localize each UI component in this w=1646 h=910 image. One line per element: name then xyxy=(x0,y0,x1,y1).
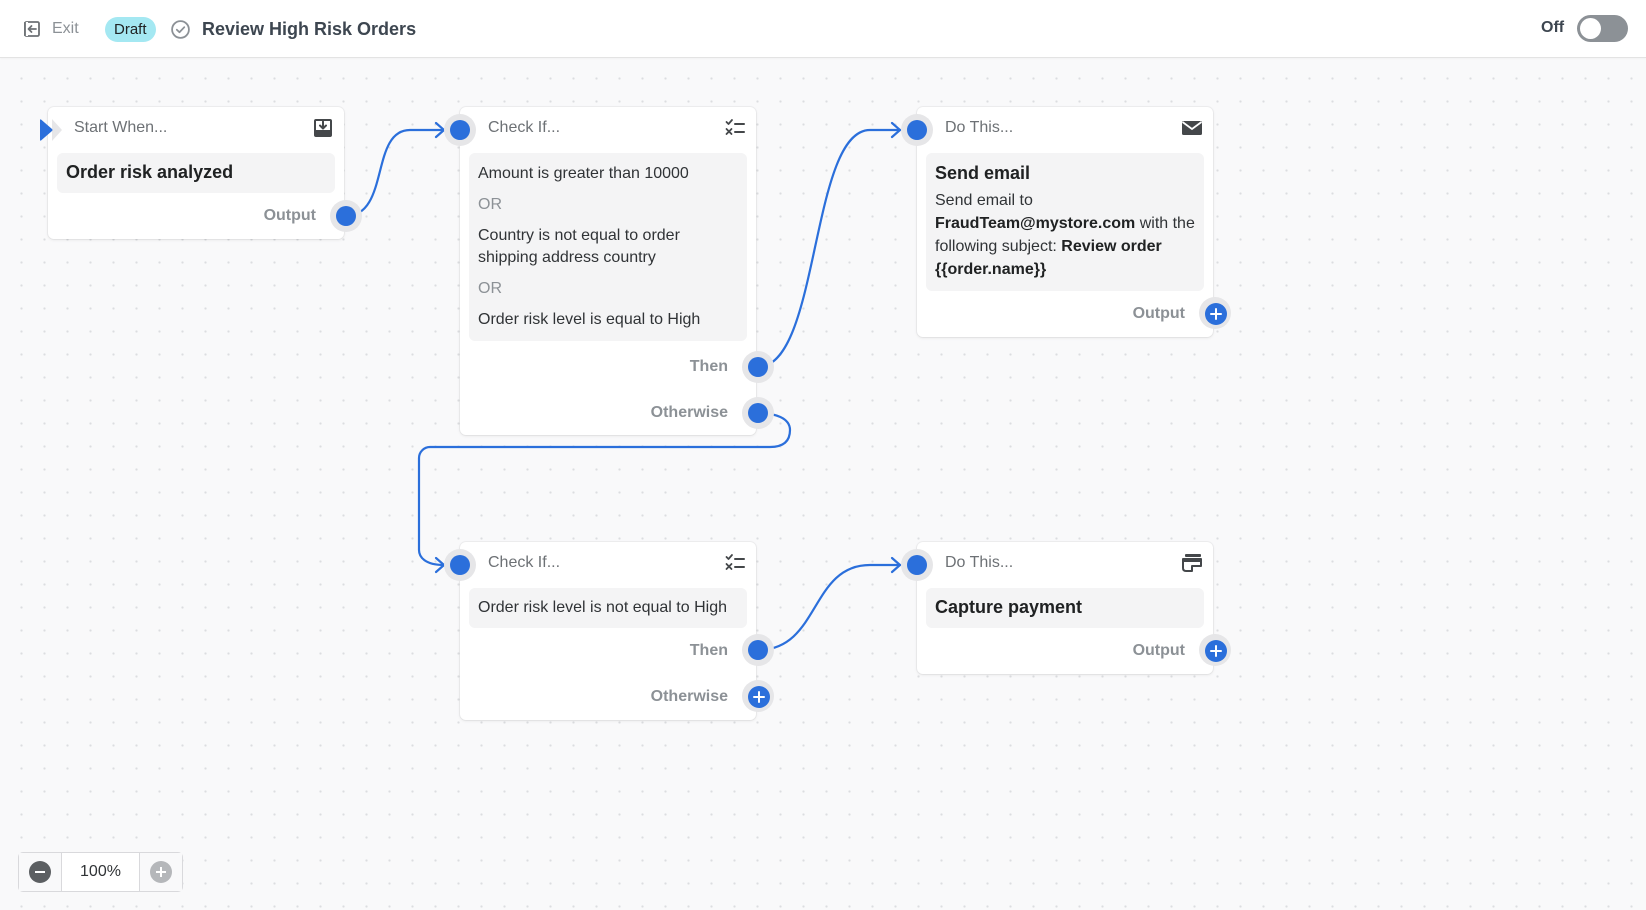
check2-then-port[interactable] xyxy=(742,634,774,666)
toggle-knob xyxy=(1580,18,1601,39)
toggle-label: Off xyxy=(1541,19,1565,36)
action-details: Capture payment xyxy=(926,588,1204,628)
node-type-label: Start When... xyxy=(74,119,168,136)
action-description: Send email to FraudTeam@mystore.com with… xyxy=(935,189,1195,281)
condition-item: Order risk level is equal to High xyxy=(478,311,701,328)
output-label: Output xyxy=(263,207,316,224)
zoom-in-button[interactable] xyxy=(139,853,182,891)
action-details: Send email Send email to FraudTeam@mysto… xyxy=(926,153,1204,291)
plus-icon xyxy=(748,686,770,708)
condition-operator: OR xyxy=(478,196,502,213)
exit-button[interactable]: Exit xyxy=(22,17,79,41)
check-if-node-1[interactable]: Check If... Amount is greater than 10000… xyxy=(460,107,756,435)
capture-input-port[interactable] xyxy=(901,549,933,581)
then-label: Then xyxy=(689,642,728,659)
send-email-input-port[interactable] xyxy=(901,114,933,146)
check2-input-port[interactable] xyxy=(444,549,476,581)
zoom-control: 100% xyxy=(18,852,183,892)
check1-input-port[interactable] xyxy=(444,114,476,146)
node-type-label: Check If... xyxy=(488,554,561,571)
minus-icon xyxy=(29,861,51,883)
conditions-list: Order risk level is not equal to High xyxy=(469,588,747,628)
otherwise-label: Otherwise xyxy=(650,688,728,705)
checklist-icon xyxy=(725,554,745,570)
start-output-port[interactable] xyxy=(330,200,362,232)
node-header: Do This... xyxy=(917,107,1213,149)
output-label: Output xyxy=(1132,642,1185,659)
exit-icon xyxy=(24,21,40,37)
node-type-label: Check If... xyxy=(488,119,561,136)
plus-icon xyxy=(1205,303,1227,325)
credit-card-icon xyxy=(1182,554,1202,572)
node-body: Order risk analyzed xyxy=(57,153,335,193)
plus-icon xyxy=(1205,640,1227,662)
trigger-title: Order risk analyzed xyxy=(66,162,234,182)
check2-otherwise-add-step-button[interactable] xyxy=(742,680,774,712)
page-title: Review High Risk Orders xyxy=(202,19,417,39)
inbox-download-icon xyxy=(314,119,332,137)
exit-label: Exit xyxy=(52,20,79,37)
checklist-icon xyxy=(725,119,745,135)
output-label: Output xyxy=(1132,305,1185,322)
send-email-node[interactable]: Do This... Send email Send email to Frau… xyxy=(917,107,1213,337)
condition-item: Country is not equal to order shipping a… xyxy=(478,227,680,266)
check-if-node-2[interactable]: Check If... Order risk level is not equa… xyxy=(460,542,756,720)
conditions-list: Amount is greater than 10000 OR Country … xyxy=(469,153,747,341)
trigger-start-marker xyxy=(38,117,64,143)
node-header: Start When... xyxy=(48,107,344,149)
capture-payment-node[interactable]: Do This... Capture payment Output xyxy=(917,542,1213,674)
capture-add-step-button[interactable] xyxy=(1199,634,1231,666)
check1-otherwise-port[interactable] xyxy=(742,397,774,429)
then-label: Then xyxy=(689,358,728,375)
condition-item: Order risk level is not equal to High xyxy=(478,599,727,616)
node-header: Do This... xyxy=(917,542,1213,584)
condition-operator: OR xyxy=(478,280,502,297)
send-email-add-step-button[interactable] xyxy=(1199,297,1231,329)
action-title: Capture payment xyxy=(935,597,1083,617)
node-header: Check If... xyxy=(460,107,756,149)
email-recipient: FraudTeam@mystore.com xyxy=(935,215,1136,232)
top-bar: Exit Draft Review High Risk Orders Off xyxy=(0,0,1646,58)
envelope-icon xyxy=(1181,121,1203,135)
check-circle-icon xyxy=(171,20,190,39)
start-node[interactable]: Start When... Order risk analyzed Output xyxy=(48,107,344,239)
zoom-out-button[interactable] xyxy=(19,853,62,891)
node-type-label: Do This... xyxy=(945,554,1014,571)
zoom-level: 100% xyxy=(80,863,121,880)
plus-icon xyxy=(150,861,172,883)
check1-then-port[interactable] xyxy=(742,351,774,383)
workflow-toggle[interactable] xyxy=(1577,15,1628,42)
action-title: Send email xyxy=(935,163,1031,183)
otherwise-label: Otherwise xyxy=(650,404,728,421)
condition-item: Amount is greater than 10000 xyxy=(478,165,689,182)
node-header: Check If... xyxy=(460,542,756,584)
status-badge: Draft xyxy=(105,17,156,42)
desc-prefix: Send email to xyxy=(935,192,1033,209)
node-type-label: Do This... xyxy=(945,119,1014,136)
